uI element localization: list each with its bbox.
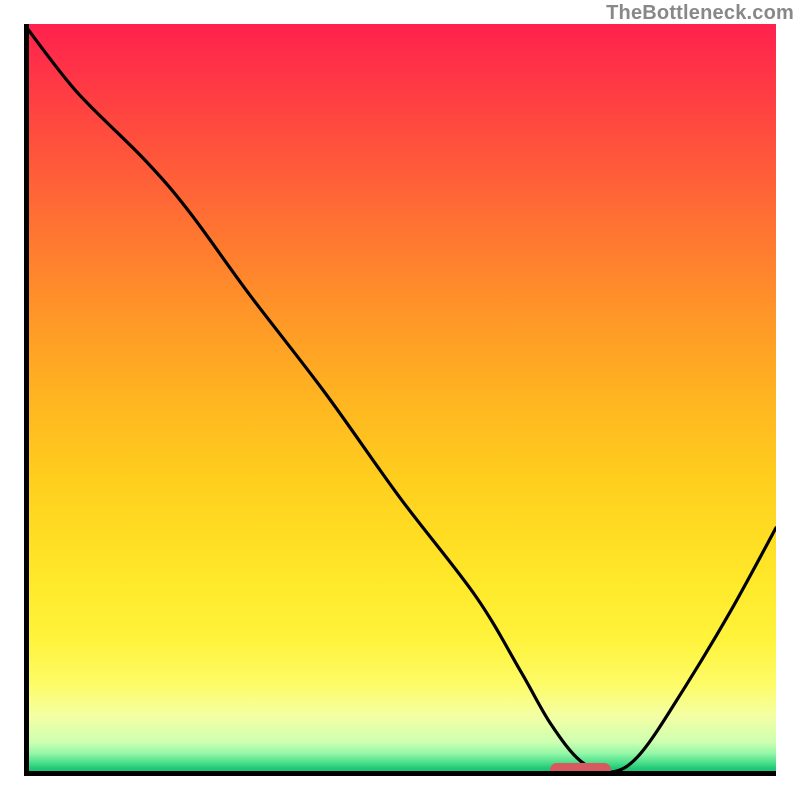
curve-layer: [24, 24, 776, 776]
optimal-marker: [550, 763, 610, 776]
plot-area: [24, 24, 776, 776]
bottleneck-curve: [24, 24, 776, 772]
bottleneck-chart: TheBottleneck.com: [0, 0, 800, 800]
watermark-text: TheBottleneck.com: [606, 2, 794, 25]
